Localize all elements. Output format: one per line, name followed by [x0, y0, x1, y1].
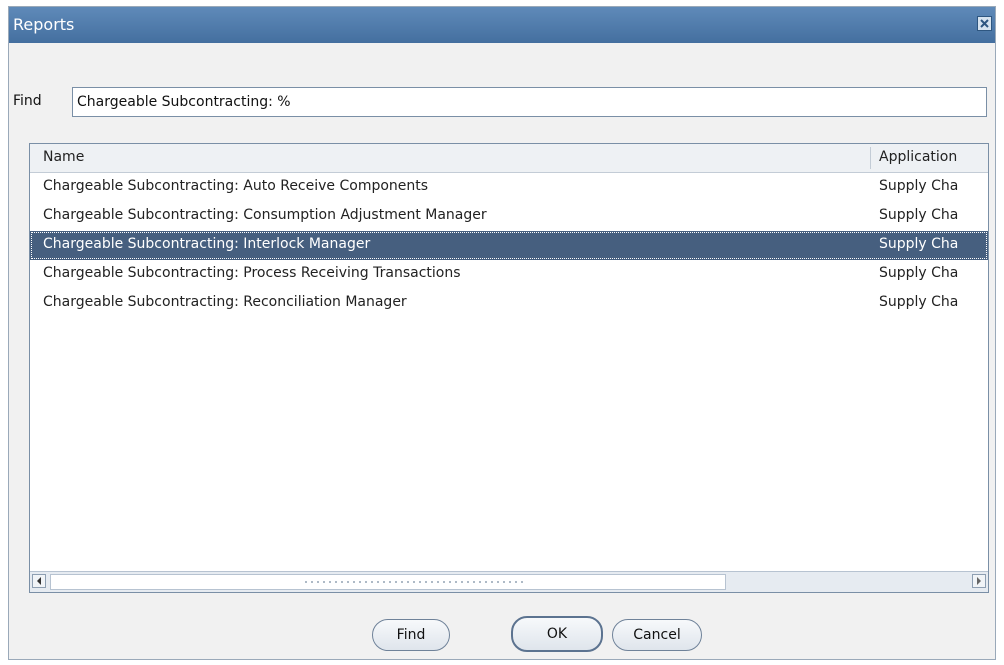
row-name: Chargeable Subcontracting: Process Recei…	[43, 265, 461, 281]
title-bar[interactable]: Reports	[9, 7, 995, 43]
row-application: Supply Cha	[879, 207, 959, 223]
column-header-application[interactable]: Application	[879, 149, 957, 165]
row-name: Chargeable Subcontracting: Consumption A…	[43, 207, 487, 223]
row-application: Supply Cha	[879, 294, 959, 310]
horizontal-scrollbar[interactable]	[30, 571, 988, 592]
list-rows: Chargeable Subcontracting: Auto Receive …	[30, 173, 988, 318]
table-row[interactable]: Chargeable Subcontracting: Reconciliatio…	[30, 289, 988, 318]
ok-button[interactable]: OK	[511, 616, 603, 652]
reports-dialog: Reports Find Name Application Chargeable…	[8, 6, 996, 660]
scrollbar-thumb[interactable]	[50, 574, 726, 590]
cancel-button[interactable]: Cancel	[612, 619, 702, 651]
chevron-right-icon	[977, 577, 981, 585]
chevron-left-icon	[37, 577, 41, 585]
list-header: Name Application	[30, 144, 988, 173]
row-name: Chargeable Subcontracting: Reconciliatio…	[43, 294, 407, 310]
find-label: Find	[13, 93, 42, 109]
close-icon	[980, 19, 989, 28]
column-divider[interactable]	[870, 147, 871, 169]
table-row[interactable]: Chargeable Subcontracting: Process Recei…	[30, 260, 988, 289]
find-input[interactable]	[72, 87, 987, 117]
table-row[interactable]: Chargeable Subcontracting: Consumption A…	[30, 202, 988, 231]
table-row[interactable]: Chargeable Subcontracting: Auto Receive …	[30, 173, 988, 202]
results-list: Name Application Chargeable Subcontracti…	[29, 143, 989, 593]
row-application: Supply Cha	[879, 236, 959, 252]
scroll-left-button[interactable]	[32, 574, 46, 588]
column-header-name[interactable]: Name	[43, 149, 84, 165]
row-application: Supply Cha	[879, 178, 959, 194]
scrollbar-grip	[303, 579, 523, 585]
row-name: Chargeable Subcontracting: Auto Receive …	[43, 178, 429, 194]
table-row-selected[interactable]: Chargeable Subcontracting: Interlock Man…	[30, 231, 988, 260]
row-name: Chargeable Subcontracting: Interlock Man…	[43, 236, 371, 252]
find-button[interactable]: Find	[372, 619, 450, 651]
scroll-right-button[interactable]	[972, 574, 986, 588]
close-button[interactable]	[977, 16, 992, 31]
row-application: Supply Cha	[879, 265, 959, 281]
dialog-title: Reports	[13, 15, 75, 34]
